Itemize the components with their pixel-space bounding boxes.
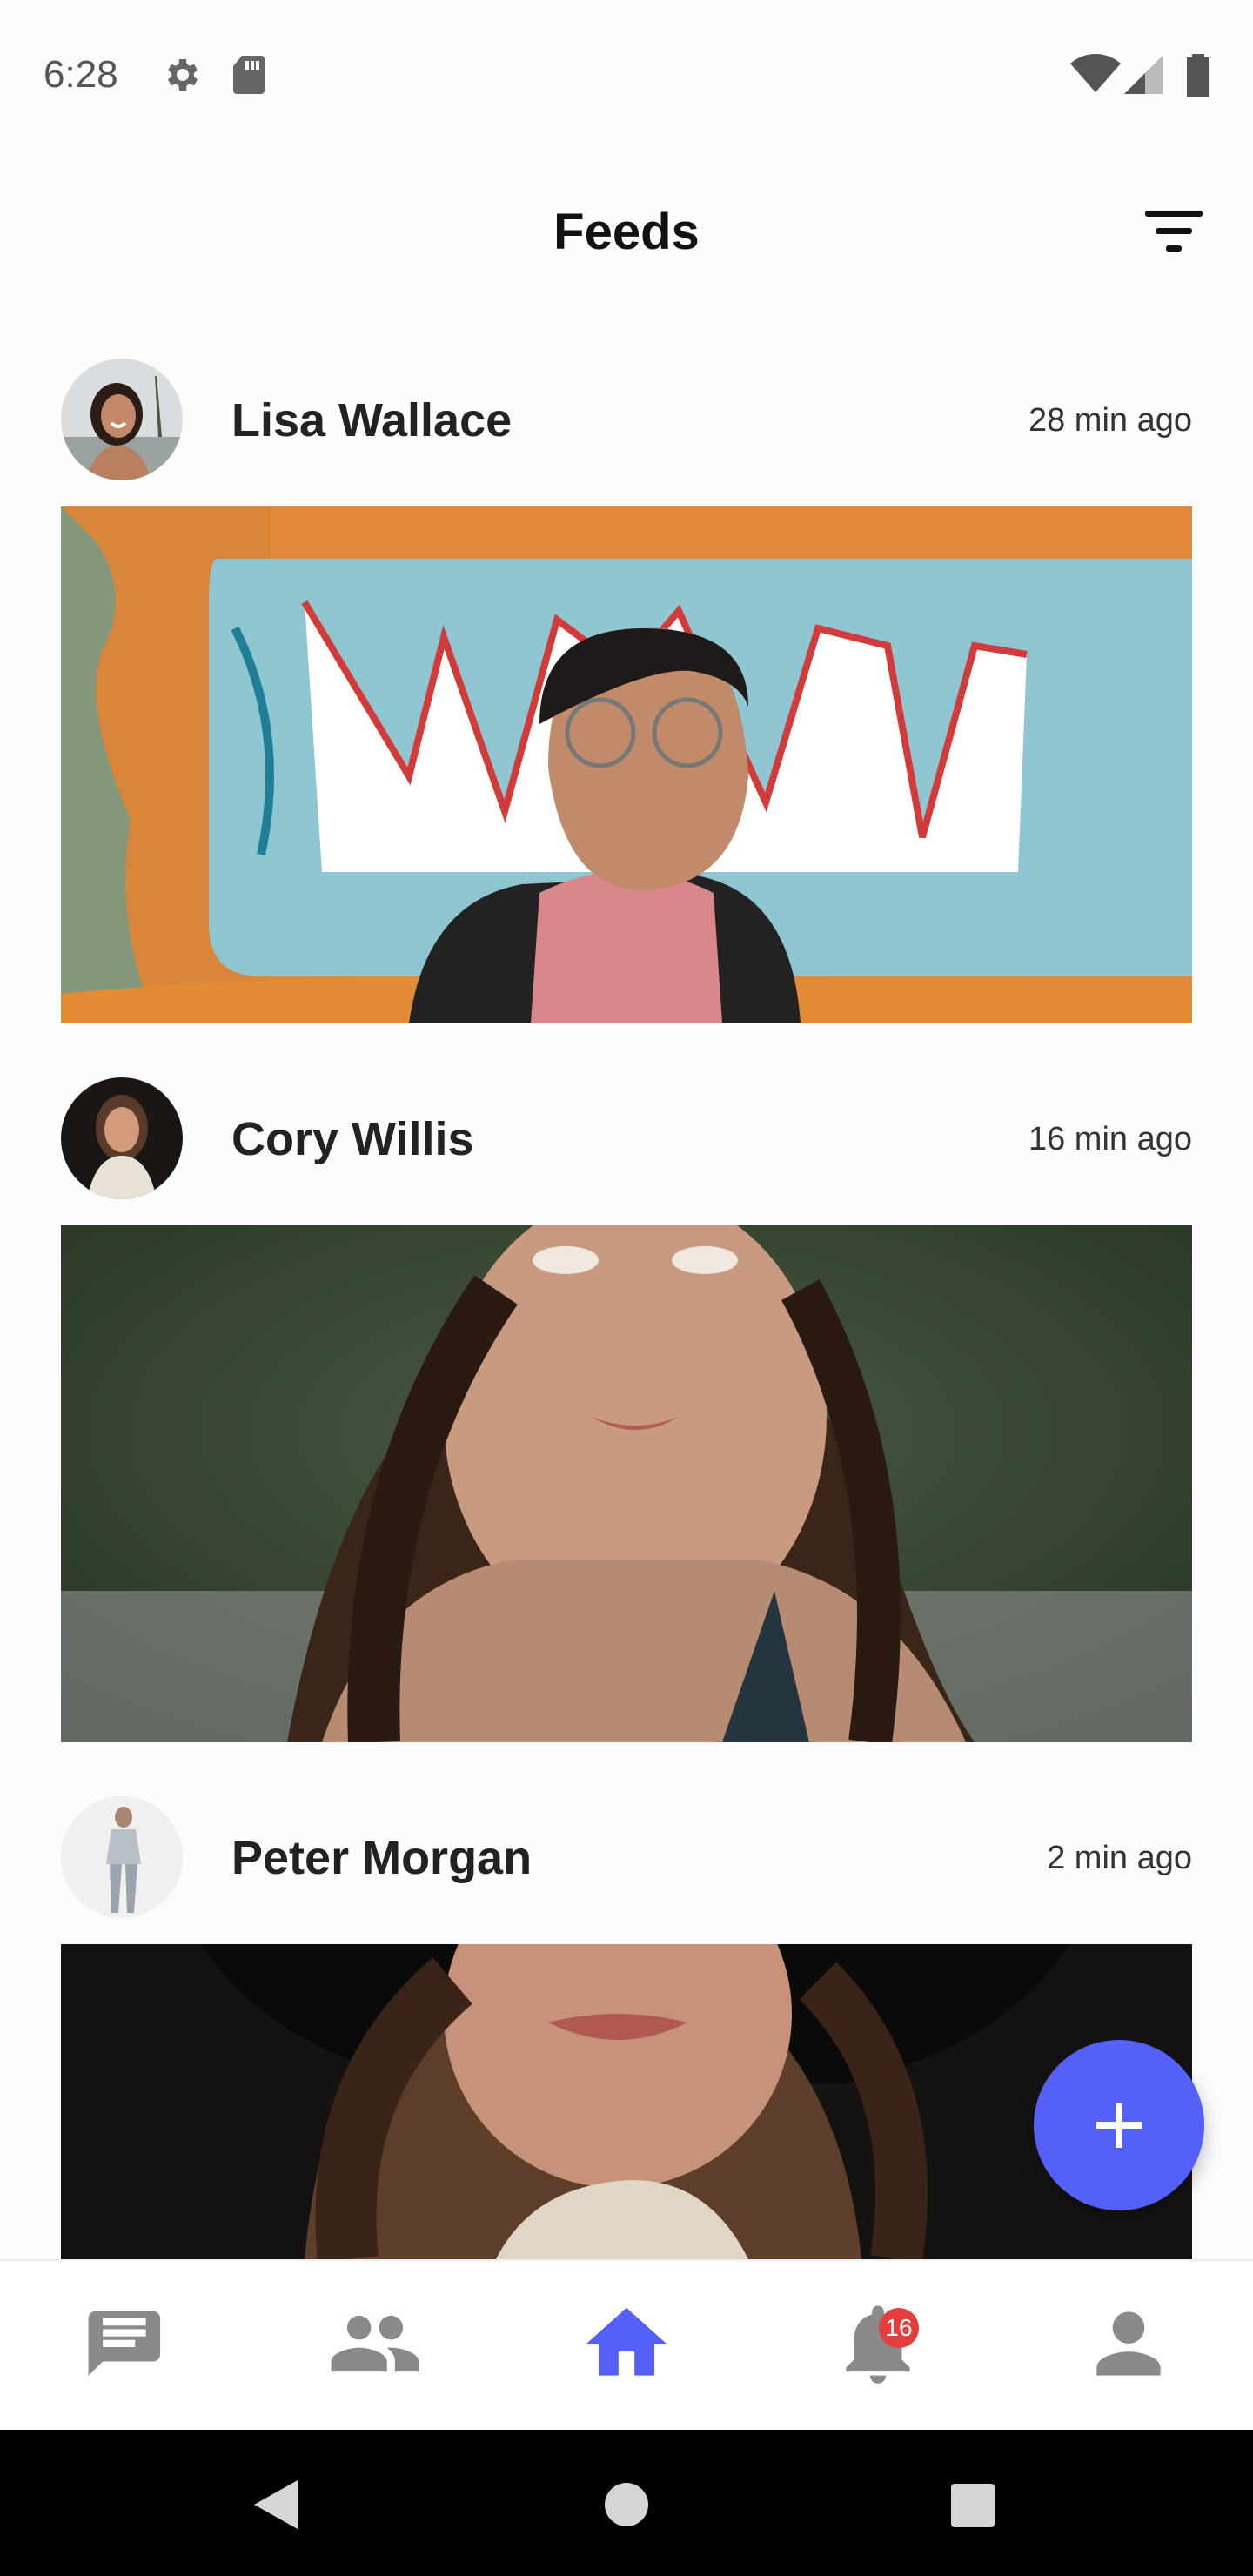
system-nav-bar [0, 2430, 1253, 2576]
post-photo-freckles [61, 1944, 1192, 2259]
nav-profile[interactable] [1081, 2296, 1176, 2392]
add-post-button[interactable] [1034, 2040, 1204, 2210]
avatar-photo [61, 1796, 183, 1918]
cell-signal-icon [1124, 56, 1163, 94]
post-image[interactable] [61, 1225, 1192, 1742]
post-photo-graffiti [61, 506, 1192, 1023]
nav-home[interactable] [579, 2296, 674, 2392]
post-header[interactable]: Peter Morgan 2 min ago [61, 1796, 1192, 1918]
avatar[interactable] [61, 1077, 183, 1199]
status-bar: 6:28 [0, 0, 1253, 148]
post-author[interactable]: Lisa Wallace [231, 393, 512, 447]
post-image[interactable] [61, 1944, 1192, 2259]
avatar-photo [61, 359, 183, 480]
back-icon[interactable] [252, 2479, 299, 2531]
wifi-icon [1070, 54, 1121, 92]
post-author[interactable]: Cory Willis [231, 1112, 474, 1166]
person-icon [1096, 2311, 1161, 2376]
chat-icon [88, 2311, 161, 2376]
post-time: 2 min ago [1047, 1840, 1192, 1876]
sd-card-icon [233, 56, 265, 94]
avatar[interactable] [61, 1796, 183, 1918]
gear-icon [168, 59, 198, 91]
people-icon [331, 2315, 419, 2372]
post-photo-portrait [61, 1225, 1192, 1742]
page-title: Feeds [553, 204, 700, 260]
avatar-photo [61, 1077, 183, 1199]
status-time: 6:28 [44, 53, 118, 96]
post-header[interactable]: Cory Willis 16 min ago [61, 1077, 1192, 1199]
filter-button[interactable] [1145, 207, 1208, 258]
bottom-nav: 16 [0, 2259, 1253, 2432]
post-time: 28 min ago [1028, 402, 1192, 439]
notification-badge: 16 [879, 2308, 919, 2348]
home-circle-icon[interactable] [604, 2482, 649, 2527]
avatar[interactable] [61, 359, 183, 480]
post-image[interactable] [61, 506, 1192, 1023]
nav-messages[interactable] [77, 2296, 172, 2392]
home-icon [586, 2307, 667, 2376]
post-author[interactable]: Peter Morgan [231, 1831, 532, 1885]
nav-friends[interactable] [327, 2296, 423, 2392]
post-time: 16 min ago [1028, 1121, 1192, 1157]
recents-icon[interactable] [950, 2484, 995, 2527]
plus-icon [1096, 2103, 1142, 2148]
post-header[interactable]: Lisa Wallace 28 min ago [61, 359, 1192, 480]
battery-icon [1187, 54, 1209, 97]
nav-notifications[interactable]: 16 [830, 2296, 926, 2392]
bell-icon [846, 2305, 910, 2384]
